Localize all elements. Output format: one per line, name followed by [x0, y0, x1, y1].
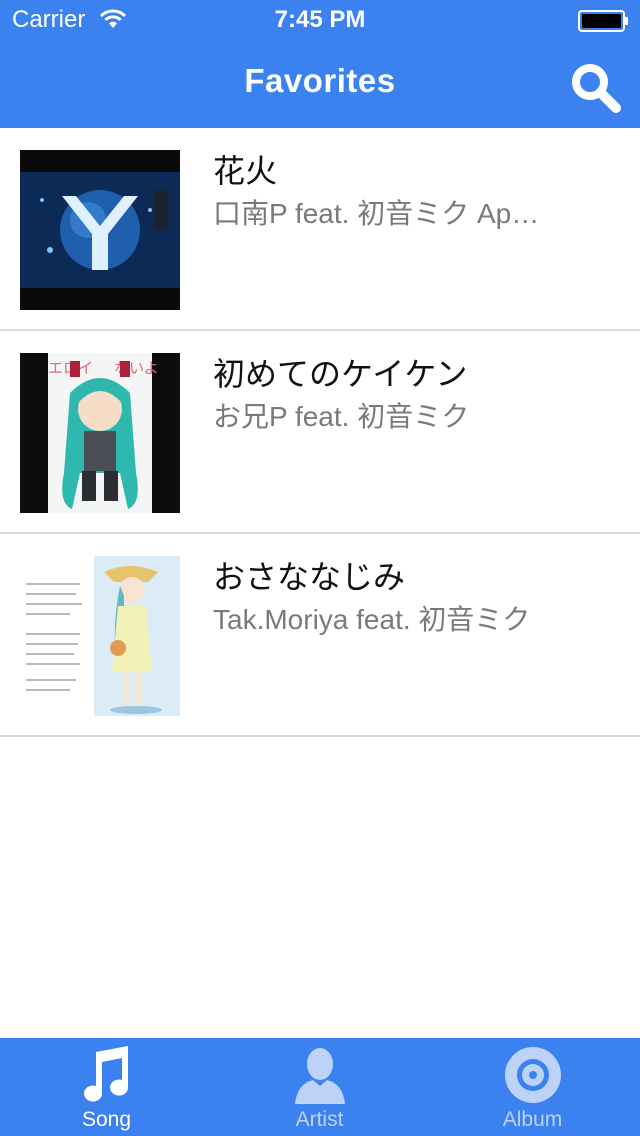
album-art [20, 556, 180, 716]
page-title: Favorites [244, 62, 396, 99]
person-icon [295, 1048, 345, 1104]
song-row[interactable]: おさななじみ Tak.Moriya feat. 初音ミク [0, 534, 640, 737]
disc-icon [505, 1047, 561, 1103]
navigation-bar: Carrier 7:45 PM Favorites [0, 0, 640, 128]
song-row[interactable]: エロイ ないよ 初めてのケイケン お兄P feat. 初音ミク [0, 331, 640, 534]
tab-album[interactable]: Album [426, 1038, 639, 1136]
song-artist: Tak.Moriya feat. 初音ミク [213, 604, 531, 635]
search-button[interactable] [566, 58, 626, 114]
album-art: エロイ ないよ [20, 353, 180, 513]
tab-label: Album [502, 1108, 563, 1131]
song-row[interactable]: 花火 口南P feat. 初音ミク Ap… [0, 128, 640, 331]
tab-label: Song [81, 1108, 132, 1131]
battery-icon [578, 10, 628, 32]
song-title: おさななじみ [213, 559, 406, 595]
song-artist: お兄P feat. 初音ミク [213, 401, 470, 432]
album-art [20, 150, 180, 310]
music-note-icon [84, 1046, 128, 1102]
tab-song[interactable]: Song [0, 1038, 213, 1136]
search-icon [572, 64, 621, 113]
song-title: 初めてのケイケン [213, 356, 468, 392]
status-bar: Carrier 7:45 PM [0, 0, 640, 40]
song-artist: 口南P feat. 初音ミク Ap… [213, 198, 540, 229]
status-time: 7:45 PM [274, 6, 366, 33]
tab-artist[interactable]: Artist [213, 1038, 426, 1136]
tab-label: Artist [295, 1108, 344, 1131]
song-title: 花火 [213, 153, 278, 189]
favorites-list: 花火 口南P feat. 初音ミク Ap… エロイ ないよ 初めてのケイケン お… [0, 128, 640, 737]
tab-bar: Song Artist Album [0, 1038, 640, 1136]
